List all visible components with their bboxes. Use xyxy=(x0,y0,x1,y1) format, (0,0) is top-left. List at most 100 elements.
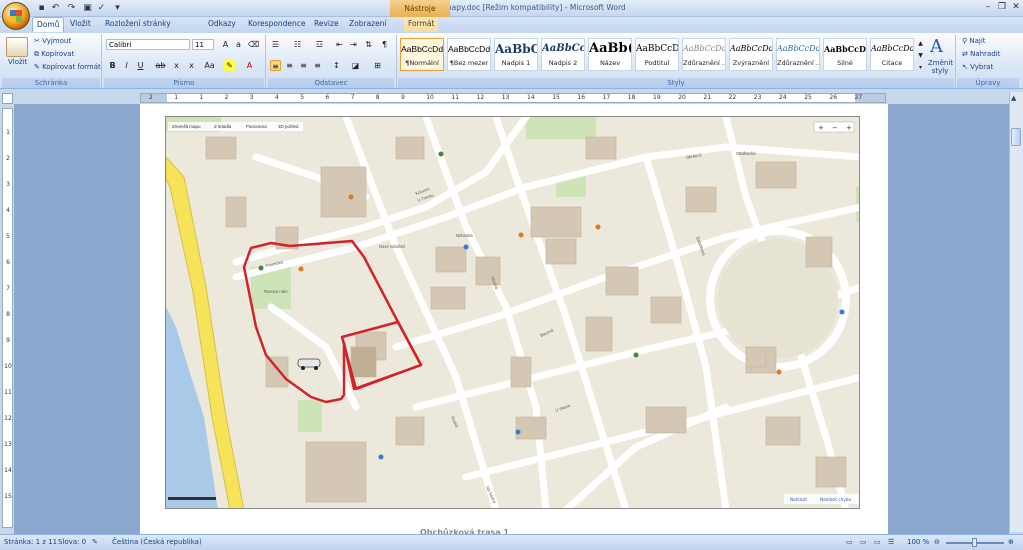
italic-icon[interactable]: I xyxy=(121,60,132,71)
replace-label: Nahradit xyxy=(970,50,1001,58)
zoom-slider-thumb[interactable] xyxy=(972,538,977,547)
style-subtitle[interactable]: AaBbCcD Podtitul xyxy=(635,38,679,71)
ruler-tick-label: 20 xyxy=(678,94,686,101)
word-count[interactable]: Slova: 0 xyxy=(58,536,86,548)
change-styles-button[interactable]: Změnit styly xyxy=(928,59,953,75)
tab-home[interactable]: Domů xyxy=(32,17,65,32)
map-zoom-out-icon[interactable]: − xyxy=(832,124,838,132)
restore-icon[interactable]: ❐ xyxy=(996,2,1008,12)
tab-review[interactable]: Revize xyxy=(310,17,343,32)
map-picture[interactable]: Zmenšit mapu Z letadla Panorama 3D pohle… xyxy=(165,116,860,509)
style-strong[interactable]: AaBbCcDc Silné xyxy=(823,38,867,71)
superscript-icon[interactable]: x xyxy=(186,60,197,71)
zoom-in-icon[interactable]: ⊕ xyxy=(1008,536,1014,548)
style-normal[interactable]: AaBbCcDd ¶Normální xyxy=(400,38,444,71)
vertical-scrollbar[interactable] xyxy=(1009,92,1023,532)
replace-button[interactable]: ⇄ Nahradit xyxy=(962,50,1000,59)
style-heading-2[interactable]: AaBbCc Nadpis 2 xyxy=(541,38,585,71)
tab-page-layout[interactable]: Rozložení stránky xyxy=(101,17,175,32)
zoom-out-icon[interactable]: ⊖ xyxy=(934,536,940,548)
styles-scroll-down-icon[interactable]: ▼ xyxy=(915,50,926,61)
paste-icon[interactable] xyxy=(6,37,28,57)
borders-icon[interactable]: ⊞ xyxy=(372,60,383,71)
styles-more-icon[interactable]: ▾ xyxy=(915,62,926,73)
paste-button[interactable]: Vložit xyxy=(8,58,27,67)
style-title[interactable]: AaBb(Název xyxy=(588,38,632,71)
underline-icon[interactable]: U xyxy=(135,60,146,71)
align-left-icon[interactable]: ≡ xyxy=(270,60,281,71)
scroll-up-icon[interactable]: ▲ xyxy=(1011,94,1016,102)
styles-scroll-up-icon[interactable]: ▲ xyxy=(915,38,926,49)
format-painter-button[interactable]: ✎ Kopírovat formát xyxy=(34,63,101,72)
sort-icon[interactable]: ⇅ xyxy=(363,39,374,50)
align-center-icon[interactable]: ≡ xyxy=(284,60,295,71)
increase-indent-icon[interactable]: ⇥ xyxy=(348,39,359,50)
web-layout-icon[interactable]: ▭ xyxy=(874,536,881,548)
language-indicator[interactable]: Čeština (Česká republika) xyxy=(112,536,202,548)
map-zoom-in-icon[interactable]: + xyxy=(818,124,824,132)
ruler-tick-label: 3 xyxy=(249,94,254,101)
font-size-combo[interactable]: 11 xyxy=(192,39,214,50)
map-btn-aerial[interactable]: Z letadla xyxy=(214,124,232,129)
copy-label: Kopírovat xyxy=(41,50,75,58)
style-intense-emphasis[interactable]: AaBbCcDd Zdůraznění ... xyxy=(776,38,820,71)
vertical-ruler[interactable]: 1 2 3 4 5 6 7 8 9 10 11 12 13 14 15 xyxy=(2,108,13,528)
office-button[interactable] xyxy=(2,2,30,30)
find-button[interactable]: ⚲ Najít xyxy=(962,37,986,46)
map-btn-3d[interactable]: 3D pohled xyxy=(278,124,299,129)
change-styles-icon[interactable]: A xyxy=(930,36,943,57)
ruler-tick-label: 7 xyxy=(6,285,10,292)
map-locate-icon[interactable]: + xyxy=(846,124,852,132)
font-color-icon[interactable]: A xyxy=(244,60,255,71)
ruler-tick-label: 2 xyxy=(149,94,153,101)
change-case-icon[interactable]: Aa xyxy=(204,60,215,71)
group-separator xyxy=(396,35,397,88)
justify-icon[interactable]: ≡ xyxy=(312,60,323,71)
horizontal-ruler[interactable]: 2 1 1 2 3 4 5 6 7 8 9 10 11 12 13 14 15 16 17 18 19 20 21 22 23 2… xyxy=(140,93,886,103)
shrink-font-icon[interactable]: a xyxy=(233,39,244,50)
decrease-indent-icon[interactable]: ⇤ xyxy=(334,39,345,50)
font-name-combo[interactable]: Calibri xyxy=(106,39,190,50)
tab-view[interactable]: Zobrazení xyxy=(345,17,391,32)
copy-button[interactable]: ⧉ Kopírovat xyxy=(34,50,74,59)
proofing-icon[interactable]: ✎ xyxy=(92,536,98,548)
strikethrough-icon[interactable]: ab xyxy=(155,60,166,71)
clear-formatting-icon[interactable]: ⌫ xyxy=(248,39,259,50)
grow-font-icon[interactable]: A xyxy=(220,39,231,50)
cut-button[interactable]: ✂ Vyjmout xyxy=(34,37,71,46)
line-spacing-icon[interactable]: ↕ xyxy=(331,60,342,71)
style-heading-1[interactable]: AaBbC Nadpis 1 xyxy=(494,38,538,71)
print-layout-icon[interactable]: ▭ xyxy=(846,536,853,548)
tab-format[interactable]: Formát xyxy=(404,17,439,32)
page-counter[interactable]: Stránka: 1 z 11 xyxy=(4,536,57,548)
full-screen-icon[interactable]: ▭ xyxy=(860,536,867,548)
outline-icon[interactable]: ☰ xyxy=(888,536,894,548)
style-quote[interactable]: AaBbCcDd Citace xyxy=(870,38,914,71)
highlight-icon[interactable]: ✎ xyxy=(224,60,235,71)
subscript-icon[interactable]: x xyxy=(171,60,182,71)
shading-icon[interactable]: ◪ xyxy=(350,60,361,71)
style-emphasis[interactable]: AaBbCcDd Zvýraznění xyxy=(729,38,773,71)
align-right-icon[interactable]: ≡ xyxy=(298,60,309,71)
cursor-icon: ↖ xyxy=(962,63,971,71)
style-subtle-emphasis[interactable]: AaBbCcDd Zdůraznění ... xyxy=(682,38,726,71)
select-button[interactable]: ↖ Vybrat xyxy=(962,63,993,72)
bullets-icon[interactable]: ☰ xyxy=(270,39,281,50)
map-btn-shrink[interactable]: Zmenšit mapu xyxy=(172,124,201,129)
zoom-level[interactable]: 100 % xyxy=(907,536,929,548)
bold-icon[interactable]: B xyxy=(107,60,118,71)
style-no-spacing[interactable]: AaBbCcDd ¶Bez mezer xyxy=(447,38,491,71)
tab-insert[interactable]: Vložit xyxy=(66,17,95,32)
map-report-link[interactable]: Nahlásit xyxy=(790,497,807,502)
multilevel-list-icon[interactable]: ☲ xyxy=(314,39,325,50)
tab-selector[interactable] xyxy=(2,93,13,104)
tab-mailings[interactable]: Korespondence xyxy=(244,17,310,32)
map-report-error-link[interactable]: Nahlásit chybu xyxy=(820,497,851,502)
map-btn-panorama[interactable]: Panorama xyxy=(246,124,267,129)
tab-references[interactable]: Odkazy xyxy=(204,17,240,32)
show-marks-icon[interactable]: ¶ xyxy=(379,39,390,50)
scrollbar-thumb[interactable] xyxy=(1011,128,1021,146)
close-icon[interactable]: ✕ xyxy=(1010,2,1022,12)
numbering-icon[interactable]: ☷ xyxy=(292,39,303,50)
minimize-icon[interactable]: – xyxy=(982,2,994,12)
